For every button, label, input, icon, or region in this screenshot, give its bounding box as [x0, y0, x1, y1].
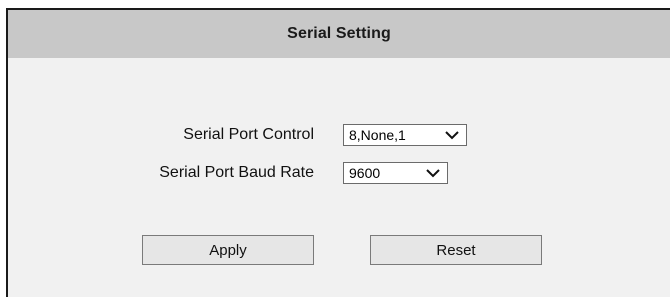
- serial-port-baud-rate-select[interactable]: 9600: [343, 162, 448, 184]
- serial-port-control-value: 8,None,1: [349, 127, 406, 143]
- page-title: Serial Setting: [287, 25, 391, 42]
- chevron-down-icon: [445, 131, 459, 140]
- serial-port-control-select[interactable]: 8,None,1: [343, 124, 467, 146]
- serial-port-control-row: Serial Port Control: [8, 124, 326, 148]
- serial-port-control-label: Serial Port Control: [183, 126, 314, 143]
- apply-button[interactable]: Apply: [142, 235, 314, 265]
- serial-setting-panel: Serial Setting Serial Port Control 8,Non…: [6, 8, 670, 297]
- panel-header: Serial Setting: [8, 10, 670, 58]
- chevron-down-icon: [426, 169, 440, 178]
- serial-port-baud-rate-label: Serial Port Baud Rate: [159, 164, 314, 181]
- serial-port-baud-rate-value: 9600: [349, 165, 381, 181]
- reset-button[interactable]: Reset: [370, 235, 542, 265]
- serial-port-baud-rate-row: Serial Port Baud Rate: [8, 162, 326, 186]
